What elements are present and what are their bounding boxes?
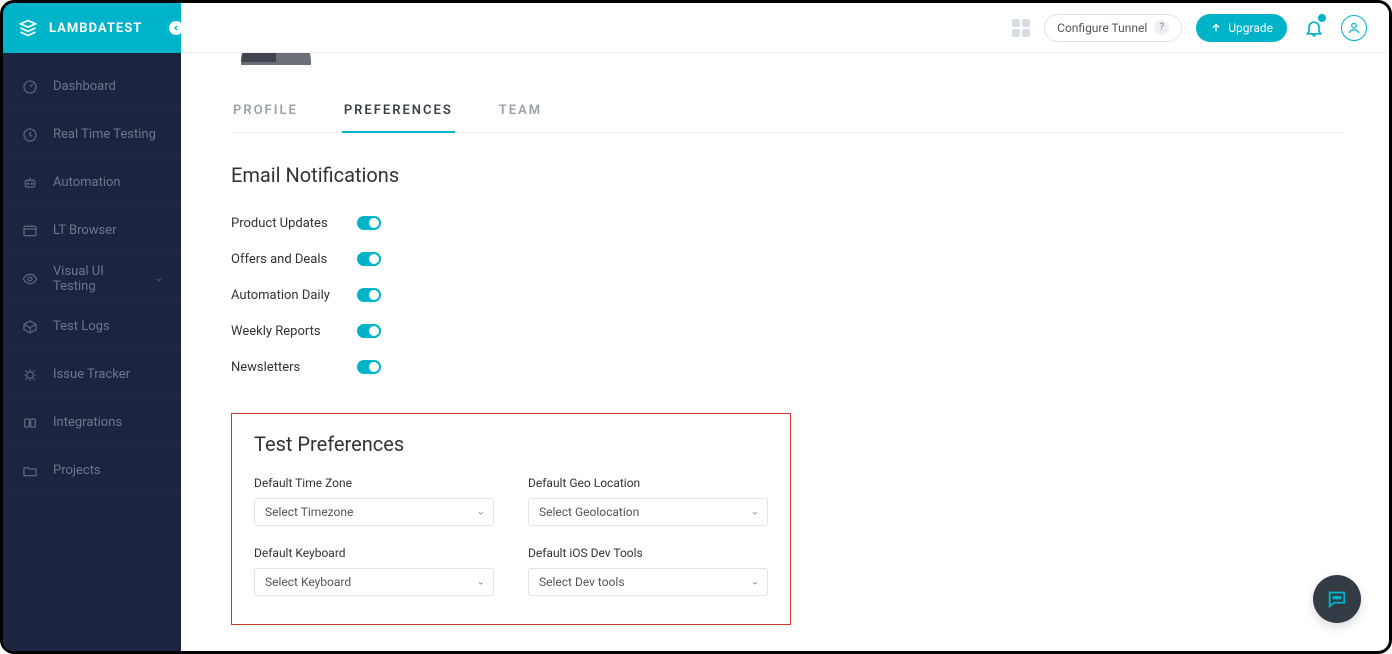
browser-icon bbox=[21, 222, 39, 240]
profile-button[interactable] bbox=[1341, 15, 1367, 41]
tabs: PROFILE PREFERENCES TEAM bbox=[231, 93, 1345, 133]
ios-label: Default iOS Dev Tools bbox=[528, 546, 768, 560]
notif-row-product-updates: Product Updates bbox=[231, 205, 1345, 241]
apps-grid-icon[interactable] bbox=[1012, 19, 1030, 37]
timezone-select[interactable]: Select Timezone ⌄ bbox=[254, 498, 494, 526]
keyboard-select[interactable]: Select Keyboard ⌄ bbox=[254, 568, 494, 596]
topbar: Configure Tunnel ? Upgrade bbox=[181, 3, 1389, 53]
sidebar-item-testlogs[interactable]: Test Logs bbox=[3, 303, 181, 351]
sidebar-item-automation[interactable]: Automation bbox=[3, 159, 181, 207]
field-ios-devtools: Default iOS Dev Tools Select Dev tools ⌄ bbox=[528, 546, 768, 596]
toggle-automation-daily[interactable] bbox=[357, 288, 381, 302]
sidebar-item-label: Projects bbox=[53, 463, 101, 478]
test-preferences-title: Test Preferences bbox=[254, 432, 768, 456]
field-geolocation: Default Geo Location Select Geolocation … bbox=[528, 476, 768, 526]
chevron-down-icon: ⌄ bbox=[155, 273, 163, 284]
chevron-down-icon: ⌄ bbox=[477, 577, 485, 588]
email-notifications-section: Email Notifications Product Updates Offe… bbox=[231, 163, 1345, 385]
dashboard-icon bbox=[21, 78, 39, 96]
chevron-down-icon: ⌄ bbox=[477, 507, 485, 518]
notif-row-automation-daily: Automation Daily bbox=[231, 277, 1345, 313]
box-icon bbox=[21, 318, 39, 336]
toggle-offers-deals[interactable] bbox=[357, 252, 381, 266]
chevron-down-icon: ⌄ bbox=[751, 507, 759, 518]
keyboard-label: Default Keyboard bbox=[254, 546, 494, 560]
notification-dot bbox=[1318, 14, 1326, 22]
configure-tunnel-button[interactable]: Configure Tunnel ? bbox=[1044, 14, 1182, 42]
timezone-label: Default Time Zone bbox=[254, 476, 494, 490]
sidebar: LAMBDATEST Dashboard Real Time Testing A… bbox=[3, 3, 181, 651]
toggle-weekly-reports[interactable] bbox=[357, 324, 381, 338]
avatar-partial bbox=[241, 53, 311, 65]
logo-icon bbox=[17, 17, 39, 39]
field-keyboard: Default Keyboard Select Keyboard ⌄ bbox=[254, 546, 494, 596]
sidebar-item-label: Automation bbox=[53, 175, 121, 190]
sidebar-item-projects[interactable]: Projects bbox=[3, 447, 181, 495]
sidebar-item-label: LT Browser bbox=[53, 223, 117, 238]
ios-value: Select Dev tools bbox=[539, 575, 625, 589]
sidebar-item-label: Real Time Testing bbox=[53, 127, 156, 142]
sidebar-item-label: Visual UI Testing bbox=[53, 264, 141, 294]
sidebar-item-ltbrowser[interactable]: LT Browser bbox=[3, 207, 181, 255]
toggle-newsletters[interactable] bbox=[357, 360, 381, 374]
notifications-button[interactable] bbox=[1301, 15, 1327, 41]
sidebar-item-dashboard[interactable]: Dashboard bbox=[3, 63, 181, 111]
notif-label: Automation Daily bbox=[231, 288, 357, 303]
toggle-product-updates[interactable] bbox=[357, 216, 381, 230]
upgrade-icon bbox=[1210, 22, 1222, 34]
test-preferences-section: Test Preferences Default Time Zone Selec… bbox=[231, 413, 791, 625]
notif-label: Weekly Reports bbox=[231, 324, 357, 339]
ios-devtools-select[interactable]: Select Dev tools ⌄ bbox=[528, 568, 768, 596]
configure-tunnel-label: Configure Tunnel bbox=[1057, 21, 1147, 35]
chevron-down-icon: ⌄ bbox=[751, 577, 759, 588]
sidebar-item-realtime[interactable]: Real Time Testing bbox=[3, 111, 181, 159]
field-timezone: Default Time Zone Select Timezone ⌄ bbox=[254, 476, 494, 526]
tab-profile[interactable]: PROFILE bbox=[231, 93, 300, 132]
main-content: PROFILE PREFERENCES TEAM Email Notificat… bbox=[181, 53, 1389, 651]
geo-value: Select Geolocation bbox=[539, 505, 639, 519]
sidebar-header: LAMBDATEST bbox=[3, 3, 181, 53]
chat-button[interactable] bbox=[1313, 575, 1361, 623]
robot-icon bbox=[21, 174, 39, 192]
geo-label: Default Geo Location bbox=[528, 476, 768, 490]
notif-row-offers: Offers and Deals bbox=[231, 241, 1345, 277]
sidebar-item-visualui[interactable]: Visual UI Testing ⌄ bbox=[3, 255, 181, 303]
timezone-value: Select Timezone bbox=[265, 505, 353, 519]
sidebar-item-label: Dashboard bbox=[53, 79, 116, 94]
sidebar-item-issuetracker[interactable]: Issue Tracker bbox=[3, 351, 181, 399]
app-frame: LAMBDATEST Dashboard Real Time Testing A… bbox=[0, 0, 1392, 654]
keyboard-value: Select Keyboard bbox=[265, 575, 351, 589]
sidebar-item-label: Integrations bbox=[53, 415, 122, 430]
brand-name: LAMBDATEST bbox=[49, 21, 142, 36]
notif-row-newsletters: Newsletters bbox=[231, 349, 1345, 385]
notif-label: Newsletters bbox=[231, 360, 357, 375]
bug-icon bbox=[21, 366, 39, 384]
upgrade-button[interactable]: Upgrade bbox=[1196, 14, 1287, 42]
tab-preferences[interactable]: PREFERENCES bbox=[342, 93, 455, 132]
folder-icon bbox=[21, 462, 39, 480]
tab-team[interactable]: TEAM bbox=[497, 93, 544, 132]
upgrade-label: Upgrade bbox=[1228, 21, 1273, 35]
sidebar-nav: Dashboard Real Time Testing Automation L… bbox=[3, 53, 181, 495]
clock-icon bbox=[21, 126, 39, 144]
sidebar-item-label: Issue Tracker bbox=[53, 367, 130, 382]
chat-icon bbox=[1326, 588, 1348, 610]
plug-icon bbox=[21, 414, 39, 432]
notif-row-weekly-reports: Weekly Reports bbox=[231, 313, 1345, 349]
eye-icon bbox=[21, 270, 39, 288]
notif-label: Offers and Deals bbox=[231, 252, 357, 267]
geolocation-select[interactable]: Select Geolocation ⌄ bbox=[528, 498, 768, 526]
email-notifications-title: Email Notifications bbox=[231, 163, 1345, 187]
notif-label: Product Updates bbox=[231, 216, 357, 231]
user-icon bbox=[1347, 21, 1361, 35]
sidebar-item-integrations[interactable]: Integrations bbox=[3, 399, 181, 447]
sidebar-item-label: Test Logs bbox=[53, 319, 110, 334]
help-icon: ? bbox=[1154, 20, 1169, 35]
